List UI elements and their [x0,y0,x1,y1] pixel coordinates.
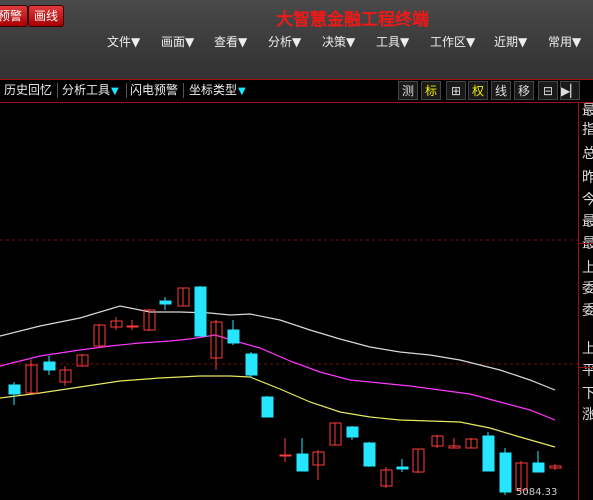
dropdown-arrow-icon: ▼ [238,86,246,97]
candle-body [245,353,258,376]
measure-tool-button[interactable]: 测 [398,81,418,100]
candle-body [43,361,56,371]
menu-file[interactable]: 文件▼ [107,33,140,50]
candle-body [194,286,207,337]
grid-toggle-icon[interactable]: ⊞ [446,81,466,100]
side-label: 下 [582,386,593,402]
candle-body [227,329,240,344]
candle-body [482,435,495,472]
candle-body [126,325,139,328]
rights-adjust-button[interactable]: 权 [468,81,488,100]
middle-band-line [0,334,556,421]
menu-view[interactable]: 查看▼ [214,33,247,50]
candle-body [296,453,309,472]
side-label: 今 [582,192,593,208]
side-label: 最 [582,103,593,119]
side-divider [579,367,593,368]
menu-recent[interactable]: 近期▼ [494,33,527,50]
candle-body [396,466,409,470]
chart-toolbar: 历史回忆 分析工具▼ 闪电预警 坐标类型▼ 测 标 ⊞ 权 线 移 ⊟ ▶▏ [0,79,593,103]
lower-band-line [0,375,556,448]
menu-screen[interactable]: 画面▼ [161,33,194,50]
menu-common[interactable]: 常用▼ [548,33,581,50]
side-label: 上 [582,260,593,276]
menu-bar: 文件▼ 画面▼ 查看▼ 分析▼ 决策▼ 工具▼ 工作区▼ 近期▼ 常用▼ [0,33,593,51]
side-label: 最 [582,214,593,230]
candle-body [261,396,274,418]
draw-line-button[interactable]: 画线 [28,5,65,27]
side-label: 指 [582,122,593,138]
side-label: 委 [582,303,593,319]
quote-side-panel: 最指总昨今最最上委委上平下涨 [578,103,593,500]
toolbar-divider [183,83,184,98]
side-label: 最 [582,236,593,252]
candle-body [532,462,545,473]
side-label: 委 [582,281,593,297]
upper-band-line [0,305,556,391]
window-toggle-icon[interactable]: ⊟ [538,81,558,100]
analysis-tools-label: 分析工具 [62,83,111,97]
coordinate-type-label: 坐标类型 [189,83,238,97]
move-tool-button[interactable]: 移 [514,81,534,100]
side-label: 总 [582,146,593,162]
analysis-tools-dropdown[interactable]: 分析工具▼ [62,82,119,99]
history-recall-button[interactable]: 历史回忆 [4,82,52,99]
candle-body [499,452,512,493]
side-label: 昨 [582,170,593,186]
side-label: 涨 [582,407,593,423]
side-divider [579,243,593,244]
price-axis-label: 5084.33 [516,487,558,498]
candle-body [346,426,359,438]
dropdown-arrow-icon: ▼ [111,86,119,97]
candlestick-chart[interactable] [0,103,578,500]
side-label: 平 [582,363,593,379]
mark-tool-button[interactable]: 标 [421,81,441,100]
toolbar-divider [126,83,127,98]
coordinate-type-dropdown[interactable]: 坐标类型▼ [189,82,246,99]
toolbar-divider [57,83,58,98]
menu-tools[interactable]: 工具▼ [376,33,409,50]
line-tool-button[interactable]: 线 [491,81,511,100]
candle-body [363,442,376,467]
menu-analysis[interactable]: 分析▼ [268,33,301,50]
menu-workspace[interactable]: 工作区▼ [430,33,475,50]
flash-alert-button[interactable]: 闪电预警 [130,82,178,99]
candle-body [279,454,292,457]
app-title: 大智慧金融工程终端 [276,10,429,30]
candle-body [159,300,172,305]
menu-decision[interactable]: 决策▼ [322,33,355,50]
alert-button[interactable]: 预警 [0,5,29,27]
play-forward-icon[interactable]: ▶▏ [560,81,580,100]
title-bar: 预警 画线 大智慧金融工程终端 文件▼ 画面▼ 查看▼ 分析▼ 决策▼ 工具▼ … [0,0,593,79]
side-label: 上 [582,341,593,357]
candle-body [8,384,21,395]
